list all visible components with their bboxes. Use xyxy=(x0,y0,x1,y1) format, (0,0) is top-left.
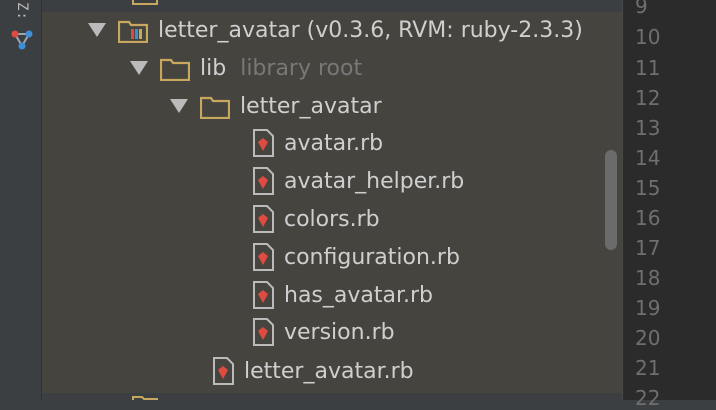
line-number: 18 xyxy=(635,266,661,290)
tree-row-lib[interactable]: lib library root xyxy=(42,50,622,86)
structure-tool-label[interactable]: Z: xyxy=(14,2,30,21)
folder-name: lib xyxy=(200,55,227,81)
file-name: avatar.rb xyxy=(284,130,384,156)
ruby-file-icon xyxy=(253,243,274,271)
ruby-file-icon xyxy=(253,205,274,233)
expand-arrow-icon[interactable] xyxy=(88,23,106,37)
file-name: configuration.rb xyxy=(284,244,460,270)
gem-name: letter_avatar (v0.3.6, RVM: ruby-2.3.3) xyxy=(158,17,583,43)
file-name: avatar_helper.rb xyxy=(284,168,465,194)
gem-folder-icon xyxy=(132,396,158,400)
folder-name: letter_avatar xyxy=(240,93,382,119)
library-root-hint: library root xyxy=(240,55,363,81)
line-number: 20 xyxy=(635,326,661,350)
file-name: letter_avatar.rb xyxy=(244,358,414,384)
file-name: colors.rb xyxy=(284,206,380,232)
line-number: 9 xyxy=(635,0,648,18)
tree-row-file[interactable]: avatar.rb xyxy=(42,125,622,161)
tree-row-file[interactable]: version.rb xyxy=(42,314,622,350)
line-number: 17 xyxy=(635,236,661,260)
structure-icon[interactable] xyxy=(10,28,34,52)
tree-row-previous-gem[interactable] xyxy=(42,0,622,12)
expand-arrow-icon[interactable] xyxy=(130,61,148,75)
tree-row-next-gem[interactable] xyxy=(42,386,622,400)
line-number-gutter: 9 10 11 12 13 14 15 16 17 18 19 20 21 22 xyxy=(622,0,716,410)
tree-row-label xyxy=(168,0,175,7)
project-tree[interactable]: letter_avatar (v0.3.6, RVM: ruby-2.3.3) … xyxy=(42,0,622,400)
tree-row-file[interactable]: letter_avatar.rb xyxy=(42,353,622,389)
gem-library-icon xyxy=(118,20,148,43)
tree-row-file[interactable]: configuration.rb xyxy=(42,239,622,275)
line-number: 19 xyxy=(635,296,661,320)
tree-row-file[interactable]: colors.rb xyxy=(42,201,622,237)
line-number: 15 xyxy=(635,176,661,200)
gem-folder-icon xyxy=(132,0,158,5)
expand-arrow-icon[interactable] xyxy=(170,99,188,113)
line-number: 22 xyxy=(635,386,661,410)
ruby-file-icon xyxy=(253,129,274,157)
folder-icon xyxy=(200,96,230,119)
ruby-file-icon xyxy=(213,357,234,385)
tree-row-letter-avatar-gem[interactable]: letter_avatar (v0.3.6, RVM: ruby-2.3.3) xyxy=(42,12,622,48)
vertical-scrollbar[interactable] xyxy=(605,150,617,250)
line-number: 14 xyxy=(635,146,661,170)
line-number: 21 xyxy=(635,356,661,380)
ruby-file-icon xyxy=(253,318,274,346)
line-number: 10 xyxy=(635,25,661,49)
line-number: 11 xyxy=(635,56,661,80)
line-number: 16 xyxy=(635,206,661,230)
tree-row-file[interactable]: avatar_helper.rb xyxy=(42,163,622,199)
tree-row-letter-avatar-folder[interactable]: letter_avatar xyxy=(42,88,622,124)
tree-row-file[interactable]: has_avatar.rb xyxy=(42,277,622,313)
line-number: 12 xyxy=(635,86,661,110)
folder-icon xyxy=(160,58,190,81)
file-name: has_avatar.rb xyxy=(284,282,434,308)
ruby-file-icon xyxy=(253,281,274,309)
tool-window-strip: Z: xyxy=(0,0,42,400)
file-name: version.rb xyxy=(284,319,395,345)
ruby-file-icon xyxy=(253,167,274,195)
line-number: 13 xyxy=(635,116,661,140)
